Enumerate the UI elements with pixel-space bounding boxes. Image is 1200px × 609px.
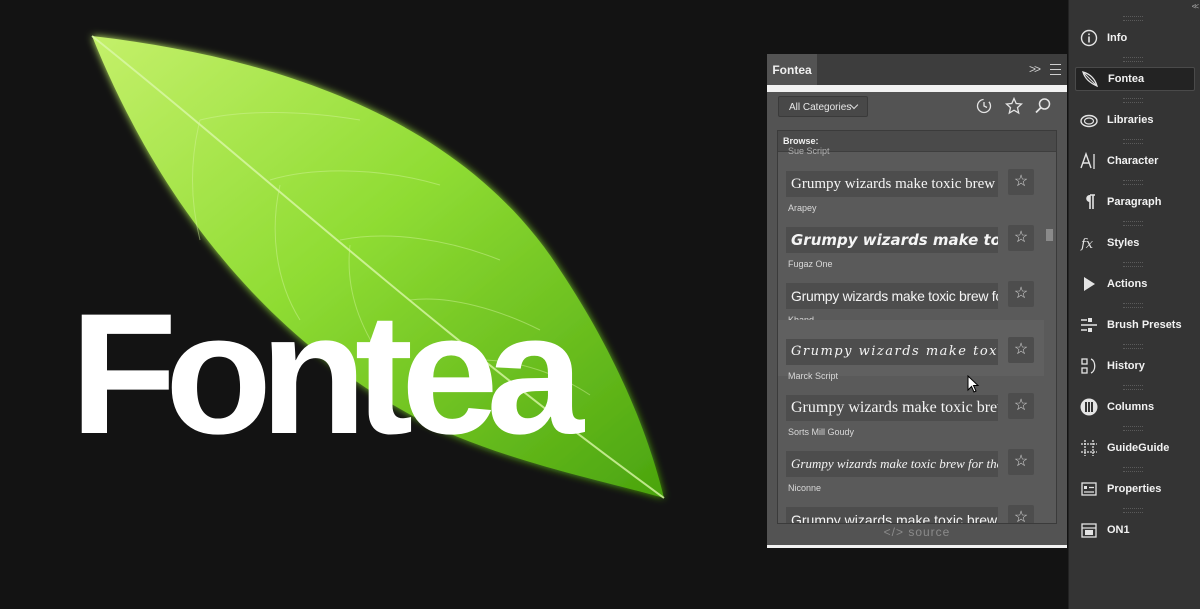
search-icon[interactable] xyxy=(1034,97,1052,115)
font-row[interactable]: Grumpy wizards make toxic brew ☆ Sorts M… xyxy=(778,376,1044,437)
mouse-cursor-icon xyxy=(967,375,980,393)
dock-item-brush-presets[interactable]: Brush Presets xyxy=(1075,314,1193,336)
dock-item-properties[interactable]: Properties xyxy=(1075,478,1193,500)
properties-icon xyxy=(1081,482,1097,496)
dock-grip[interactable] xyxy=(1123,98,1143,103)
font-preview: Grumpy wizards make toxic brew xyxy=(786,339,998,365)
dock-item-label: Libraries xyxy=(1107,114,1154,126)
dock-item-info[interactable]: Info xyxy=(1075,27,1193,49)
dock-grip[interactable] xyxy=(1123,57,1143,62)
tab-fontea[interactable]: Fontea xyxy=(767,54,817,85)
character-icon xyxy=(1080,151,1095,169)
dock-item-label: Properties xyxy=(1107,483,1162,495)
favorite-star-button[interactable]: ☆ xyxy=(1008,449,1034,475)
category-dropdown[interactable]: All Categories xyxy=(778,96,868,117)
browse-list-container[interactable]: Browse: Sue Script Grumpy wizards make t… xyxy=(777,130,1057,524)
category-dropdown-value: All Categories xyxy=(789,102,852,113)
dock-item-on1[interactable]: ON1 xyxy=(1075,519,1193,541)
font-preview: Grumpy wizards make toxic brew for the e… xyxy=(786,451,998,477)
font-row[interactable]: Grumpy wizards make toxic brew for the e… xyxy=(778,152,1044,213)
dock-item-actions[interactable]: Actions xyxy=(1075,273,1193,295)
collapse-panel-icon[interactable]: >> xyxy=(1029,62,1041,76)
favorite-star-button[interactable]: ☆ xyxy=(1008,225,1034,251)
favorites-star-icon[interactable] xyxy=(1005,97,1023,115)
paragraph-icon xyxy=(1086,194,1095,209)
dock-item-styles[interactable]: fx Styles xyxy=(1075,232,1193,254)
dock-item-guideguide[interactable]: GuideGuide xyxy=(1075,437,1193,459)
font-preview: Grumpy wizards make toxic brew xyxy=(786,507,998,523)
fontea-panel: Fontea >> All Categories Browse: Sue Scr… xyxy=(767,54,1067,548)
dock-grip[interactable] xyxy=(1123,426,1143,431)
font-row[interactable]: Grumpy wizards make toxic brew ☆ xyxy=(778,488,1044,523)
history-icon xyxy=(1081,358,1096,374)
dock-grip[interactable] xyxy=(1123,16,1143,21)
dock-grip[interactable] xyxy=(1123,262,1143,267)
favorite-star-button[interactable]: ☆ xyxy=(1008,505,1034,523)
dock-item-label: Brush Presets xyxy=(1107,319,1182,331)
dock-item-history[interactable]: History xyxy=(1075,355,1193,377)
font-row-hovered[interactable]: Grumpy wizards make toxic brew ☆ Marck S… xyxy=(778,320,1044,381)
font-row[interactable]: Grumpy wizards make toxic brew ☆ Fugaz O… xyxy=(778,208,1044,269)
fontea-logo-text: Fontea xyxy=(70,278,584,470)
history-icon[interactable] xyxy=(975,97,993,115)
dock-grip[interactable] xyxy=(1123,508,1143,513)
dock-grip[interactable] xyxy=(1123,303,1143,308)
info-icon xyxy=(1080,29,1098,47)
dock-item-label: Actions xyxy=(1107,278,1148,290)
dock-grip[interactable] xyxy=(1123,385,1143,390)
dock-item-label: Paragraph xyxy=(1107,196,1162,208)
favorite-star-button[interactable]: ☆ xyxy=(1008,281,1034,307)
font-preview: Grumpy wizards make toxic brew for the e… xyxy=(786,171,998,197)
dock-item-paragraph[interactable]: Paragraph xyxy=(1075,191,1193,213)
on1-icon xyxy=(1081,523,1097,538)
collapse-dock-icon[interactable]: << xyxy=(1192,2,1199,11)
dock-item-columns[interactable]: Columns xyxy=(1075,396,1193,418)
dock-item-libraries[interactable]: Libraries xyxy=(1075,109,1193,131)
font-preview: Grumpy wizards make toxic brew xyxy=(786,395,998,421)
columns-icon xyxy=(1080,398,1098,416)
guideguide-grid-icon xyxy=(1081,440,1097,456)
favorite-star-button[interactable]: ☆ xyxy=(1008,393,1034,419)
dock-item-label: GuideGuide xyxy=(1107,442,1170,454)
libraries-icon xyxy=(1080,114,1098,128)
dock-grip[interactable] xyxy=(1123,344,1143,349)
brush-presets-icon xyxy=(1081,318,1097,332)
dock-grip[interactable] xyxy=(1123,180,1143,185)
dock-grip[interactable] xyxy=(1123,221,1143,226)
font-preview: Grumpy wizards make toxic brew for the e… xyxy=(786,283,998,309)
dock-item-fontea[interactable]: Fontea xyxy=(1075,67,1195,91)
dock-item-label: Info xyxy=(1107,32,1128,44)
font-list: Sue Script Grumpy wizards make toxic bre… xyxy=(778,146,1044,523)
dock-item-label: Character xyxy=(1107,155,1159,167)
panel-menu-icon[interactable] xyxy=(1050,64,1061,75)
scrollbar-thumb[interactable] xyxy=(1046,229,1053,241)
dock-item-label: ON1 xyxy=(1107,524,1130,536)
favorite-star-button[interactable]: ☆ xyxy=(1008,169,1034,195)
font-row[interactable]: Grumpy wizards make toxic brew for the e… xyxy=(778,264,1044,325)
actions-play-icon xyxy=(1084,277,1095,291)
dock-grip[interactable] xyxy=(1123,139,1143,144)
favorite-star-button[interactable]: ☆ xyxy=(1008,337,1034,363)
font-row[interactable]: Grumpy wizards make toxic brew for the e… xyxy=(778,432,1044,493)
source-link[interactable]: </> source xyxy=(767,525,1067,539)
panel-toolbar: All Categories xyxy=(767,92,1067,126)
fontea-leaf-icon xyxy=(1082,71,1099,88)
dock-item-label: Columns xyxy=(1107,401,1155,413)
dock-item-character[interactable]: Character xyxy=(1075,150,1193,172)
panel-divider xyxy=(767,85,1067,92)
panel-tab-bar: Fontea >> xyxy=(767,54,1067,85)
dock-item-label: Styles xyxy=(1107,237,1140,249)
svg-text:fx: fx xyxy=(1080,237,1094,252)
dock-grip[interactable] xyxy=(1123,467,1143,472)
dock-item-label: Fontea xyxy=(1108,73,1145,85)
dock-item-label: History xyxy=(1107,360,1145,372)
font-preview: Grumpy wizards make toxic brew xyxy=(786,227,998,253)
styles-fx-icon: fx xyxy=(1080,237,1094,252)
panel-dock: << Info Fontea Libraries Character Parag… xyxy=(1068,0,1200,609)
